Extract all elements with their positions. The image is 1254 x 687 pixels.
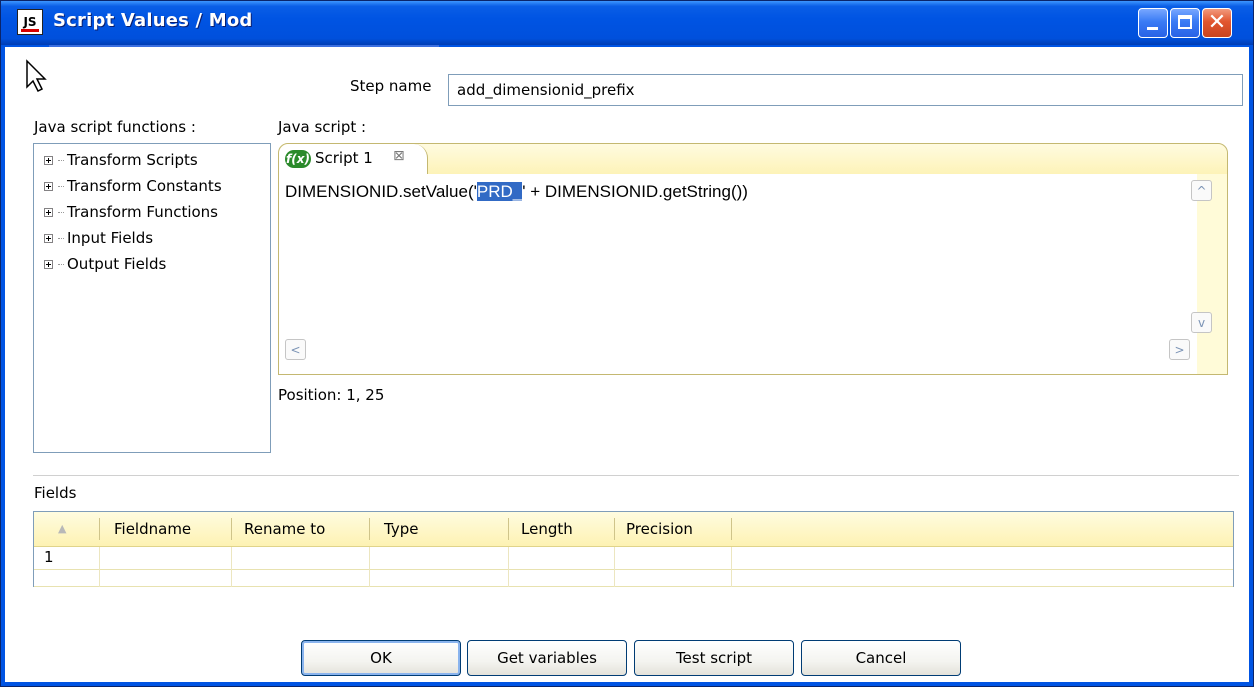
column-line <box>508 547 509 587</box>
cursor-position-label: Position: 1, 25 <box>278 386 385 404</box>
tree-connector <box>58 212 64 213</box>
tree-item-input-fields[interactable]: Input Fields <box>44 227 153 249</box>
window-title: Script Values / Mod <box>53 10 253 31</box>
code-selection: PRD_ <box>476 182 523 201</box>
tree-item-output-fields[interactable]: Output Fields <box>44 253 166 275</box>
column-line <box>731 547 732 587</box>
dialog-client-area: Step name add_dimensionid_prefix Java sc… <box>5 47 1249 682</box>
title-bar[interactable]: JS Script Values / Mod ✕ <box>1 1 1253 45</box>
tree-item-transform-functions[interactable]: Transform Functions <box>44 201 218 223</box>
tree-item-transform-scripts[interactable]: Transform Scripts <box>44 149 198 171</box>
fields-label: Fields <box>34 484 77 502</box>
code-line[interactable]: DIMENSIONID.setValue('PRD_' + DIMENSIONI… <box>285 182 748 202</box>
tree-connector <box>58 264 64 265</box>
scroll-up-button[interactable]: ^ <box>1191 180 1212 201</box>
table-row[interactable]: 1 <box>34 547 1233 570</box>
column-header-length[interactable]: Length <box>521 512 573 546</box>
tab-script-1[interactable]: f(x) Script 1 ⊠ <box>279 144 428 175</box>
table-row-empty[interactable] <box>34 570 1233 587</box>
vertical-scrollbar[interactable]: ^ v <box>1191 174 1227 374</box>
tree-item-label: Output Fields <box>67 255 167 273</box>
editor-tab-strip: f(x) Script 1 ⊠ <box>279 144 1227 175</box>
close-icon: ✕ <box>1207 10 1227 35</box>
expand-icon[interactable] <box>44 208 53 217</box>
step-name-label: Step name <box>350 77 432 95</box>
functions-panel-label: Java script functions : <box>34 118 196 136</box>
mouse-cursor-icon <box>26 59 47 93</box>
fields-table[interactable]: ▲ Fieldname Rename to Type Length Precis… <box>33 511 1234 587</box>
test-script-button[interactable]: Test script <box>634 640 794 676</box>
column-separator <box>508 518 509 540</box>
get-variables-button[interactable]: Get variables <box>467 640 627 676</box>
minimize-icon <box>1147 27 1158 30</box>
step-name-input[interactable]: add_dimensionid_prefix <box>448 74 1243 106</box>
column-header-rename-to[interactable]: Rename to <box>244 512 325 546</box>
tree-item-label: Transform Constants <box>67 177 222 195</box>
javascript-app-icon: JS <box>17 9 43 35</box>
sort-ascending-icon[interactable]: ▲ <box>58 512 66 546</box>
cancel-button[interactable]: Cancel <box>801 640 961 676</box>
expand-icon[interactable] <box>44 156 53 165</box>
tab-label: Script 1 <box>315 149 373 167</box>
column-separator <box>731 518 732 540</box>
code-before-selection: DIMENSIONID.setValue(' <box>285 182 477 201</box>
close-button[interactable]: ✕ <box>1202 8 1232 38</box>
code-after-selection: ' + DIMENSIONID.getString()) <box>522 182 748 201</box>
section-divider <box>33 475 1239 476</box>
tab-close-icon[interactable]: ⊠ <box>393 148 405 164</box>
column-line <box>231 547 232 587</box>
column-separator <box>614 518 615 540</box>
column-separator <box>369 518 370 540</box>
column-separator <box>99 518 100 540</box>
scroll-right-button[interactable]: > <box>1169 339 1190 360</box>
column-line <box>369 547 370 587</box>
tree-connector <box>58 238 64 239</box>
column-line <box>99 547 100 587</box>
scroll-left-button[interactable]: < <box>285 339 306 360</box>
tree-item-label: Transform Functions <box>67 203 218 221</box>
row-number: 1 <box>44 548 54 566</box>
app-icon-accent <box>21 29 39 32</box>
ok-button[interactable]: OK <box>301 640 461 676</box>
minimize-button[interactable] <box>1138 8 1168 38</box>
tree-connector <box>58 186 64 187</box>
code-area[interactable]: DIMENSIONID.setValue('PRD_' + DIMENSIONI… <box>279 174 1197 374</box>
tree-item-label: Input Fields <box>67 229 154 247</box>
dialog-window: JS Script Values / Mod ✕ Step name add_d… <box>0 0 1254 687</box>
function-icon: f(x) <box>285 150 311 168</box>
column-header-precision[interactable]: Precision <box>626 512 693 546</box>
tree-connector <box>58 160 64 161</box>
app-icon-text: JS <box>23 15 37 29</box>
expand-icon[interactable] <box>44 234 53 243</box>
script-editor: f(x) Script 1 ⊠ DIMENSIONID.setValue('PR… <box>278 143 1228 375</box>
scroll-down-button[interactable]: v <box>1191 312 1212 333</box>
tree-item-transform-constants[interactable]: Transform Constants <box>44 175 222 197</box>
column-header-type[interactable]: Type <box>384 512 418 546</box>
functions-tree[interactable]: Transform Scripts Transform Constants Tr… <box>33 143 271 453</box>
maximize-button[interactable] <box>1170 8 1200 38</box>
column-separator <box>231 518 232 540</box>
table-header: ▲ Fieldname Rename to Type Length Precis… <box>34 512 1233 547</box>
editor-label: Java script : <box>278 118 367 136</box>
expand-icon[interactable] <box>44 182 53 191</box>
tree-item-label: Transform Scripts <box>67 151 198 169</box>
column-line <box>614 547 615 587</box>
maximize-icon <box>1178 15 1192 29</box>
expand-icon[interactable] <box>44 260 53 269</box>
column-header-fieldname[interactable]: Fieldname <box>114 512 191 546</box>
